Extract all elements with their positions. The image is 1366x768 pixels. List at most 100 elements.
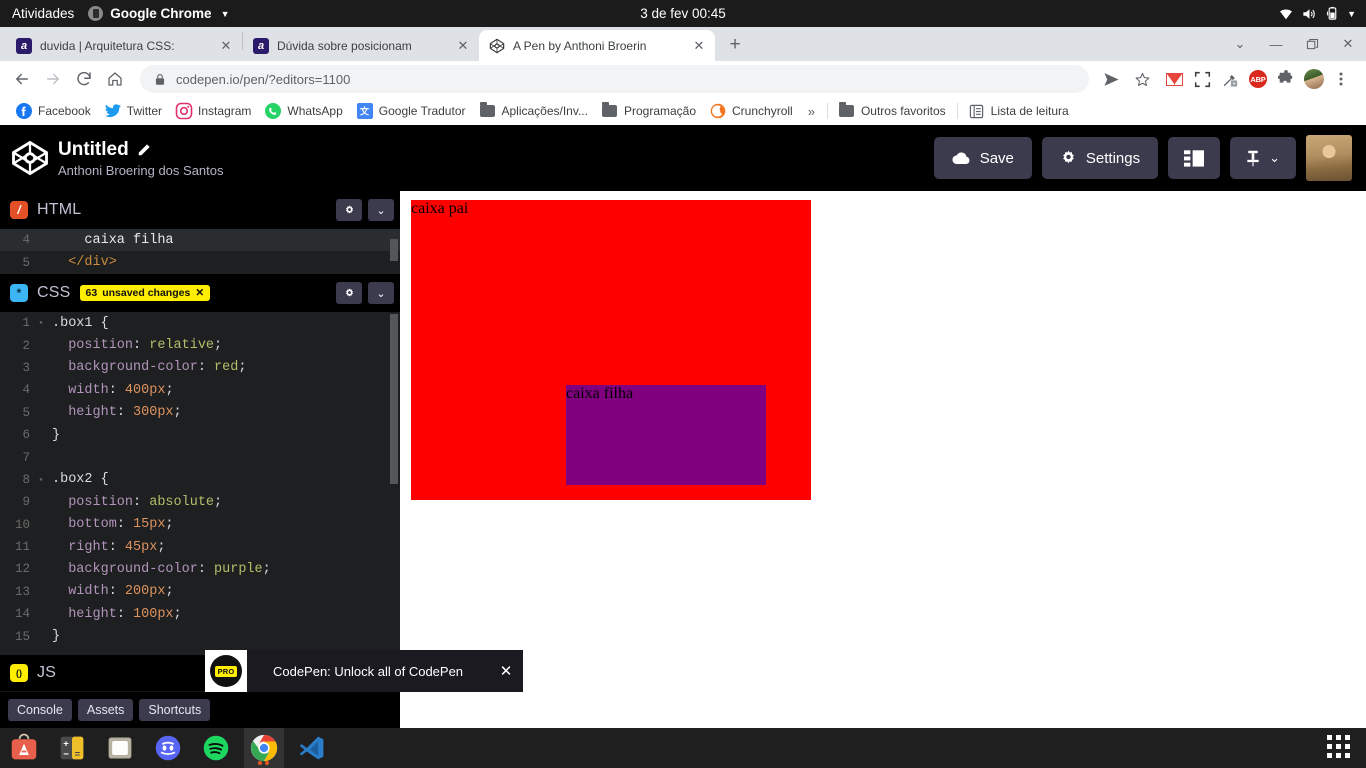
codepen-logo-icon[interactable] (12, 140, 48, 176)
pro-badge-icon: PRO (205, 650, 247, 692)
back-icon[interactable] (8, 65, 36, 93)
apps-grid-icon[interactable] (1327, 735, 1350, 758)
bookmark-folder-aplicacoes[interactable]: Aplicações/Inv... (472, 99, 594, 123)
settings-button[interactable]: Settings (1041, 137, 1159, 179)
share-icon[interactable] (1097, 65, 1125, 93)
new-tab-button[interactable]: + (721, 31, 749, 59)
pin-dropdown-button[interactable]: ⌄ (1230, 137, 1296, 179)
divider (826, 103, 828, 119)
dock-running-indicator (258, 761, 269, 765)
html-code-area[interactable]: 4 caixa filha 5 </div> (0, 229, 400, 274)
browser-tab-3-active[interactable]: A Pen by Anthoni Broerin ✕ (479, 30, 715, 61)
bookmark-google-tradutor[interactable]: 文 Google Tradutor (350, 99, 473, 123)
css-badge-icon: * (10, 284, 28, 302)
unsaved-label: unsaved changes (102, 287, 191, 299)
bookmark-crunchyroll[interactable]: Crunchyroll (703, 99, 800, 123)
browser-tab-1[interactable]: a duvida | Arquitetura CSS: ✕ (6, 30, 242, 61)
shortcuts-button[interactable]: Shortcuts (139, 699, 211, 721)
pen-author: Anthoni Broering dos Santos (58, 162, 224, 178)
html-settings-gear-icon[interactable] (336, 199, 362, 221)
css-scrollbar-thumb[interactable] (390, 314, 398, 484)
minimize-icon[interactable]: — (1258, 29, 1294, 59)
chevron-down-icon: ▼ (220, 8, 230, 19)
save-button[interactable]: Save (933, 137, 1032, 179)
app-menu-button[interactable]: Google Chrome ▼ (88, 6, 229, 21)
close-icon[interactable]: ✕ (455, 38, 471, 54)
dock-files-icon[interactable] (104, 732, 136, 764)
close-icon[interactable]: ✕ (195, 287, 204, 299)
browser-tab-2[interactable]: a Dúvida sobre posicionam ✕ (243, 30, 479, 61)
line-number: 4 (22, 383, 30, 398)
dock-spotify-icon[interactable] (200, 732, 232, 764)
close-icon[interactable]: ✕ (1330, 29, 1366, 59)
console-button[interactable]: Console (8, 699, 72, 721)
pen-meta: Untitled Anthoni Broering dos Santos (58, 139, 224, 178)
adblock-plus-icon[interactable]: ABP (1245, 66, 1271, 92)
change-view-button[interactable] (1168, 137, 1221, 179)
dock-discord-icon[interactable] (152, 732, 184, 764)
code-text: height: 300px; (68, 405, 182, 421)
activities-button[interactable]: Atividades (0, 6, 88, 21)
codepen-footer: Console Assets Shortcuts (0, 692, 400, 728)
css-settings-gear-icon[interactable] (336, 282, 362, 304)
line-number: 9 (22, 495, 30, 510)
css-code-area[interactable]: 1 ▾ .box1 {2 position: relative; 3 backgrou… (0, 312, 400, 655)
close-icon[interactable]: ✕ (691, 38, 707, 54)
clock[interactable]: 3 de fev 00:45 (640, 6, 726, 21)
close-icon[interactable]: ✕ (218, 38, 234, 54)
html-collapse-chevron-icon[interactable]: ⌄ (368, 199, 394, 221)
dock-google-chrome-icon[interactable] (248, 732, 280, 764)
line-number: 3 (22, 360, 30, 375)
fold-toggle[interactable]: ▾ (36, 475, 46, 485)
browser-toolbar: codepen.io/pen/?editors=1100 ABP (0, 61, 1366, 97)
bookmark-label: Crunchyroll (732, 104, 793, 118)
bookmark-facebook[interactable]: Facebook (9, 99, 98, 123)
bookmark-other-favorites[interactable]: Outros favoritos (832, 99, 953, 123)
edit-pencil-icon[interactable] (137, 143, 151, 157)
code-text: right: 45px; (68, 539, 166, 555)
bookmark-twitter[interactable]: Twitter (98, 99, 169, 123)
code-text: background-color: red; (68, 360, 247, 376)
code-line: 14 height: 100px; (0, 603, 400, 625)
bookmark-whatsapp[interactable]: WhatsApp (258, 99, 349, 123)
js-editor-label: JS (37, 664, 57, 681)
system-status-area[interactable]: ▼ (1279, 0, 1356, 27)
bookmark-instagram[interactable]: Instagram (169, 99, 258, 123)
dock-ubuntu-software-icon[interactable] (8, 732, 40, 764)
bookmark-star-icon[interactable] (1128, 65, 1156, 93)
code-text: bottom: 15px; (68, 517, 174, 533)
reload-icon[interactable] (70, 65, 98, 93)
line-number: 13 (14, 584, 30, 599)
bookmark-folder-programacao[interactable]: Programação (595, 99, 703, 123)
dock-calculator-icon[interactable]: + − = (56, 732, 88, 764)
reading-list-label: Lista de leitura (990, 104, 1069, 118)
dock-vscode-icon[interactable] (296, 732, 328, 764)
reading-list-button[interactable]: Lista de leitura (962, 99, 1076, 123)
screenshot-icon[interactable] (1189, 66, 1215, 92)
bookmarks-overflow-button[interactable]: » (800, 104, 823, 119)
colorpicker-icon[interactable] (1217, 66, 1243, 92)
fold-toggle[interactable]: ▾ (36, 318, 46, 328)
divider (956, 103, 958, 119)
gmail-icon[interactable] (1161, 66, 1187, 92)
html-scrollbar-thumb[interactable] (390, 239, 398, 261)
maximize-icon[interactable] (1294, 29, 1330, 59)
profile-avatar[interactable] (1301, 66, 1327, 92)
chrome-menu-icon[interactable] (1327, 65, 1355, 93)
whatsapp-icon (265, 103, 282, 119)
extensions-puzzle-icon[interactable] (1273, 66, 1299, 92)
chevron-down-icon[interactable]: ⌄ (1222, 29, 1258, 59)
unsaved-changes-badge[interactable]: 63 unsaved changes ✕ (79, 285, 211, 301)
bookmark-label: Instagram (198, 104, 252, 118)
toast-close-icon[interactable]: ✕ (489, 662, 523, 680)
assets-button[interactable]: Assets (77, 699, 134, 721)
forward-icon[interactable] (39, 65, 67, 93)
user-avatar[interactable] (1306, 135, 1352, 181)
preview-pane[interactable]: caixa pai caixa filha (400, 191, 1366, 728)
address-bar[interactable]: codepen.io/pen/?editors=1100 (140, 65, 1089, 93)
home-icon[interactable] (101, 65, 129, 93)
css-collapse-chevron-icon[interactable]: ⌄ (368, 282, 394, 304)
save-label: Save (979, 149, 1014, 167)
codepen-app: Untitled Anthoni Broering dos Santos Sav… (0, 125, 1366, 728)
wifi-icon (1280, 8, 1293, 19)
